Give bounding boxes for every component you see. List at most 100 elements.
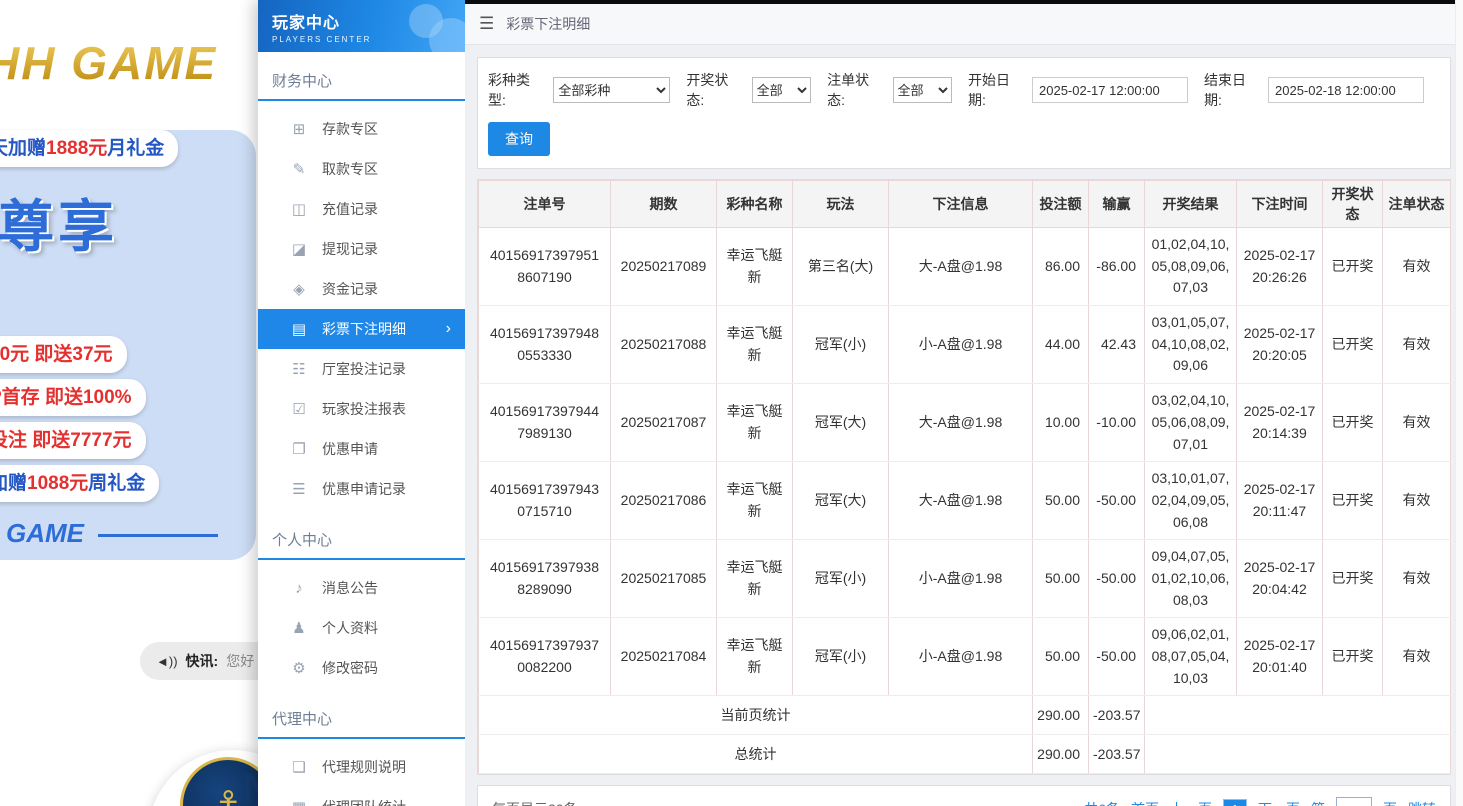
draw-status-select[interactable]: 全部 [752,77,811,103]
cell-order-status: 有效 [1383,618,1451,696]
section-title-finance: 财务中心 [258,60,465,101]
col-header-amount: 投注额 [1033,181,1089,228]
sidebar-item-cashout-record[interactable]: ◪ 提现记录 [258,229,465,269]
lottery-type-select[interactable]: 全部彩种 [553,77,670,103]
page-stats-empty [1145,696,1451,735]
col-header-result: 开奖结果 [1145,181,1237,228]
draw-status-label: 开奖状态: [686,70,745,110]
sidebar-item-hall-bet-record[interactable]: ☷ 厅室投注记录 [258,349,465,389]
cell-bet-info: 大-A盘@1.98 [889,384,1033,462]
sidebar-item-deposit-zone[interactable]: ⊞ 存款专区 [258,109,465,149]
cell-winloss: -50.00 [1089,462,1145,540]
promo-banner: 尊享 60元 即送37元 P首存 即送100% 投注 即送7777元 加赠108… [0,130,256,560]
cell-lottery: 幸运飞艇新 [717,462,793,540]
cell-period: 20250217084 [611,618,717,696]
menu-icon[interactable]: ☰ [479,14,494,34]
sidebar-item-agent-rules[interactable]: ❏ 代理规则说明 [258,747,465,787]
sidebar-item-player-bet-report[interactable]: ☑ 玩家投注报表 [258,389,465,429]
jump-page-input[interactable] [1336,797,1372,806]
cell-draw-status: 已开奖 [1323,618,1383,696]
players-center-panel: 玩家中心 PLAYERS CENTER 财务中心 ⊞ 存款专区 ✎ 取款专区 ◫… [258,0,1463,806]
withdraw-icon: ✎ [290,160,308,178]
start-date-label: 开始日期: [968,70,1026,110]
sidebar-item-label: 消息公告 [322,578,378,598]
first-page-link[interactable]: 首页 [1131,799,1159,806]
sidebar-item-promo-apply[interactable]: ❐ 优惠申请 [258,429,465,469]
cell-bet-info: 小-A盘@1.98 [889,618,1033,696]
chevron-right-icon: › [446,320,465,338]
anchor-icon: ⚓ [211,783,245,806]
sidebar-item-label: 代理团队统计 [322,797,406,806]
sidebar-item-label: 存款专区 [322,119,378,139]
sidebar-item-label: 厅室投注记录 [322,359,406,379]
sidebar: 玩家中心 PLAYERS CENTER 财务中心 ⊞ 存款专区 ✎ 取款专区 ◫… [258,0,465,806]
sidebar-item-label: 彩票下注明细 [322,319,406,339]
table-row: 401569173979518607190 20250217089 幸运飞艇新 … [479,228,1451,306]
pagination-bar: 每页显示20条 共6条 首页 上一页 1 下一页 第 页 跳转 [477,785,1451,806]
promo-pill-text: 加赠 [0,473,27,494]
site-logo: HH GAME [0,36,217,90]
table-row: 401569173979480553330 20250217088 幸运飞艇新 … [479,306,1451,384]
cell-time: 2025-02-17 20:26:26 [1237,228,1323,306]
total-stats-bet: 290.00 [1033,735,1089,774]
hall-record-icon: ☷ [290,360,308,378]
query-button[interactable]: 查询 [488,122,550,156]
user-icon: ♟ [290,619,308,637]
promo-pill-text: 月礼金 [107,138,164,159]
sidebar-item-recharge-record[interactable]: ◫ 充值记录 [258,189,465,229]
promo-pill: 60元 即送37元 [0,336,127,373]
end-date-label: 结束日期: [1204,70,1262,110]
sidebar-item-funds-record[interactable]: ◈ 资金记录 [258,269,465,309]
table-row: 401569173979447989130 20250217087 幸运飞艇新 … [479,384,1451,462]
cell-winloss: -50.00 [1089,540,1145,618]
cell-lottery: 幸运飞艇新 [717,384,793,462]
sidebar-group-personal: ♪ 消息公告 ♟ 个人资料 ⚙ 修改密码 [258,560,465,690]
col-header-draw-status: 开奖状态 [1323,181,1383,228]
jump-prefix-label: 第 [1311,799,1325,806]
cell-time: 2025-02-17 20:14:39 [1237,384,1323,462]
cell-time: 2025-02-17 20:04:42 [1237,540,1323,618]
table-header-row: 注单号 期数 彩种名称 玩法 下注信息 投注额 输赢 开奖结果 下注时间 开奖状… [479,181,1451,228]
sidebar-item-agent-team-stats[interactable]: ▦ 代理团队统计 [258,787,465,806]
sidebar-item-promo-apply-record[interactable]: ☰ 优惠申请记录 [258,469,465,509]
sidebar-item-lottery-bet-detail[interactable]: ▤ 彩票下注明细 › [258,309,465,349]
current-page-indicator[interactable]: 1 [1223,799,1247,806]
promo-icon: ❐ [290,440,308,458]
order-status-select[interactable]: 全部 [893,77,952,103]
cell-draw-status: 已开奖 [1323,306,1383,384]
sidebar-item-withdraw-zone[interactable]: ✎ 取款专区 [258,149,465,189]
col-header-time: 下注时间 [1237,181,1323,228]
end-date-input[interactable] [1268,77,1424,103]
table-row: 401569173979370082200 20250217084 幸运飞艇新 … [479,618,1451,696]
cell-result: 03,02,04,10,05,06,08,09,07,01 [1145,384,1237,462]
promo-pill-text: 周礼金 [88,473,145,494]
sidebar-item-change-password[interactable]: ⚙ 修改密码 [258,648,465,688]
start-date-input[interactable] [1032,77,1188,103]
jump-button[interactable]: 跳转 [1408,799,1436,806]
cell-result: 01,02,04,10,05,08,09,06,07,03 [1145,228,1237,306]
cell-order-status: 有效 [1383,540,1451,618]
cell-winloss: -10.00 [1089,384,1145,462]
promo-pill-text: 投注 即送7777元 [0,430,132,451]
cell-play: 冠军(小) [793,306,889,384]
speaker-icon: ◄)) [156,654,178,669]
col-header-order-status: 注单状态 [1383,181,1451,228]
bell-icon: ♪ [290,580,308,597]
sidebar-item-profile[interactable]: ♟ 个人资料 [258,608,465,648]
deposit-icon: ⊞ [290,120,308,138]
cell-amount: 50.00 [1033,462,1089,540]
sidebar-subtitle: PLAYERS CENTER [272,35,465,44]
sidebar-item-label: 资金记录 [322,279,378,299]
page-size-text: 每页显示20条 [492,799,578,806]
cell-order-status: 有效 [1383,462,1451,540]
sidebar-item-message-notice[interactable]: ♪ 消息公告 [258,568,465,608]
cell-order-status: 有效 [1383,228,1451,306]
cell-draw-status: 已开奖 [1323,462,1383,540]
cell-bet-info: 小-A盘@1.98 [889,540,1033,618]
cell-play: 冠军(小) [793,540,889,618]
cell-order-id: 401569173979388289090 [479,540,611,618]
prev-page-link[interactable]: 上一页 [1170,799,1212,806]
cell-order-id: 401569173979370082200 [479,618,611,696]
next-page-link[interactable]: 下一页 [1258,799,1300,806]
scrollbar[interactable] [1455,0,1463,806]
